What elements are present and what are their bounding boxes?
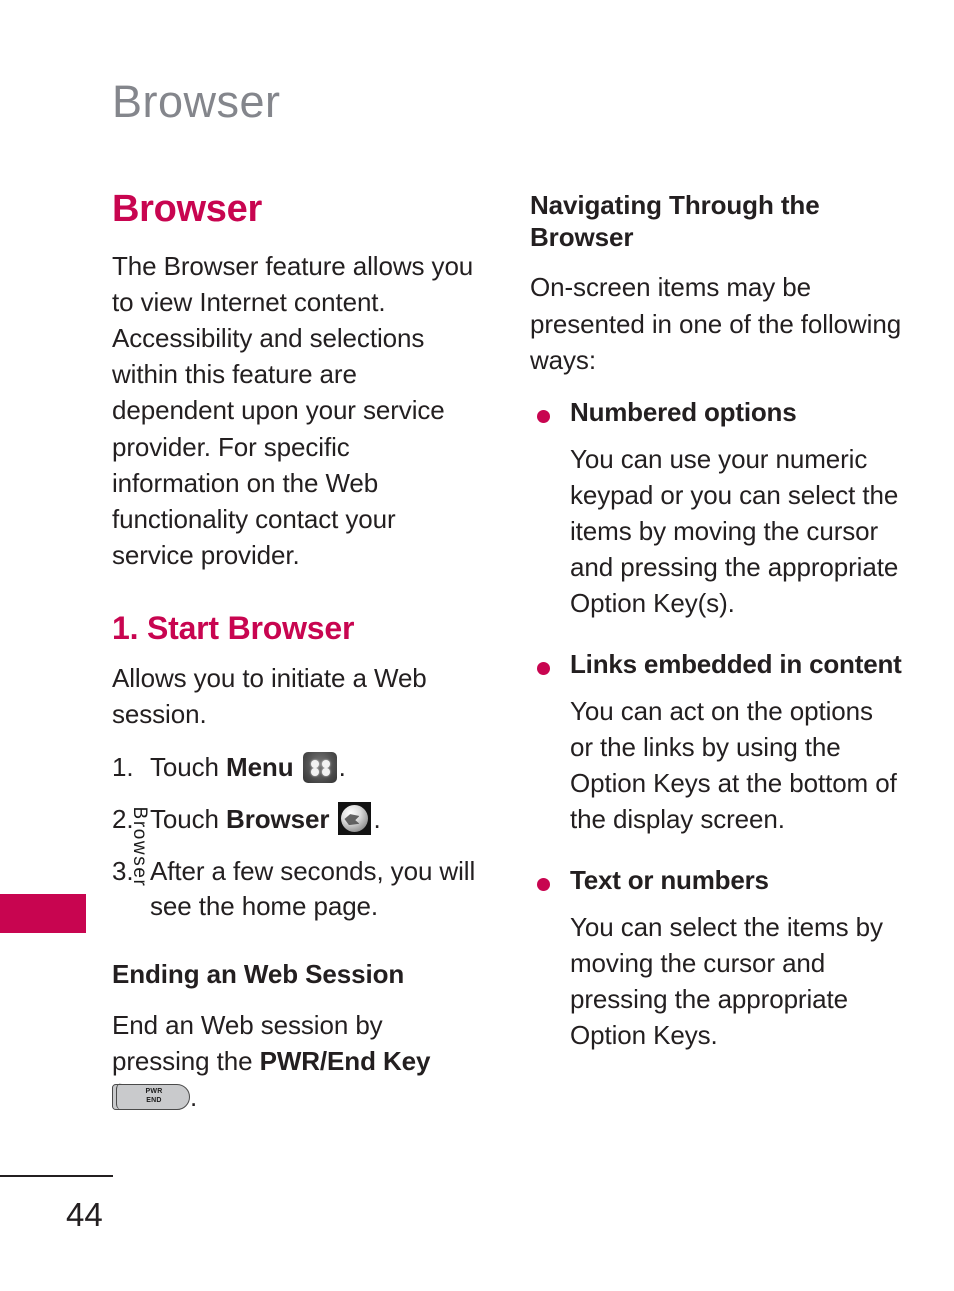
side-tab-marker [0, 894, 86, 933]
bullet-title: Text or numbers [570, 864, 769, 895]
ending-web-session-paragraph: End an Web session by pressing the PWR/E… [112, 1007, 484, 1115]
bullet-body: You can select the items by moving the c… [570, 912, 883, 1050]
step-text: Touch [150, 752, 227, 783]
subsection-title-start-browser: 1. Start Browser [112, 610, 355, 647]
bullet-dot-icon [537, 409, 550, 423]
step-text: After a few seconds, you will see the ho… [150, 855, 476, 922]
list-item: Text or numbers You can select the items… [530, 864, 902, 1054]
step-item: 1. Touch Menu . [112, 750, 484, 786]
ending-emphasis: PWR/End Key [259, 1045, 431, 1076]
pwr-end-key-line1: PWR [145, 1087, 163, 1095]
list-item: Numbered options You can use your numeri… [530, 396, 902, 622]
bullet-title: Numbered options [570, 396, 797, 427]
section-title-browser: Browser [112, 188, 262, 230]
list-item: Links embedded in content You can act on… [530, 648, 902, 838]
browser-intro-paragraph: The Browser feature allows you to view I… [112, 250, 474, 570]
running-header: Browser [112, 76, 281, 127]
step-period: . [373, 804, 381, 835]
manual-page: Browser Browser Browser The Browser feat… [0, 0, 954, 1291]
page-number: 44 [66, 1196, 103, 1233]
step-item: 2. Touch Browser . [112, 802, 484, 838]
start-browser-intro: Allows you to initiate a Web session. [112, 663, 427, 730]
step-item: 3. After a few seconds, you will see the … [112, 854, 484, 925]
subsection-title-ending-web-session: Ending an Web Session [112, 958, 405, 989]
step-number: 3. [112, 855, 134, 886]
step-period: . [338, 752, 346, 783]
footer-rule [0, 1175, 113, 1177]
step-number: 1. [112, 752, 134, 783]
right-column: Navigating Through the Browser On-screen… [530, 190, 902, 1080]
bullet-body: You can use your numeric keypad or you c… [570, 444, 899, 618]
subsection-title-navigating: Navigating Through the Browser [530, 190, 820, 252]
navigating-intro: On-screen items may be presented in one … [530, 272, 902, 375]
step-emphasis: Menu [226, 752, 294, 783]
bullet-dot-icon [537, 877, 550, 891]
bullet-title: Links embedded in content [570, 648, 902, 679]
start-browser-steps: 1. Touch Menu . 2. Touch Browser . 3. After… [112, 750, 484, 924]
menu-grid-icon [302, 752, 337, 784]
navigating-bullet-list: Numbered options You can use your numeri… [530, 396, 902, 1054]
step-emphasis: Browser [226, 804, 330, 835]
step-number: 2. [112, 804, 134, 835]
step-text: Touch [150, 804, 227, 835]
ending-period: . [190, 1081, 198, 1112]
pwr-end-key-line2: END [146, 1096, 162, 1104]
pwr-end-key-icon: PWR END [112, 1083, 190, 1111]
left-column: Browser The Browser feature allows you t… [112, 188, 484, 1133]
bullet-dot-icon [537, 661, 550, 675]
globe-browser-icon [338, 802, 372, 836]
bullet-body: You can act on the options or the links … [570, 696, 897, 834]
